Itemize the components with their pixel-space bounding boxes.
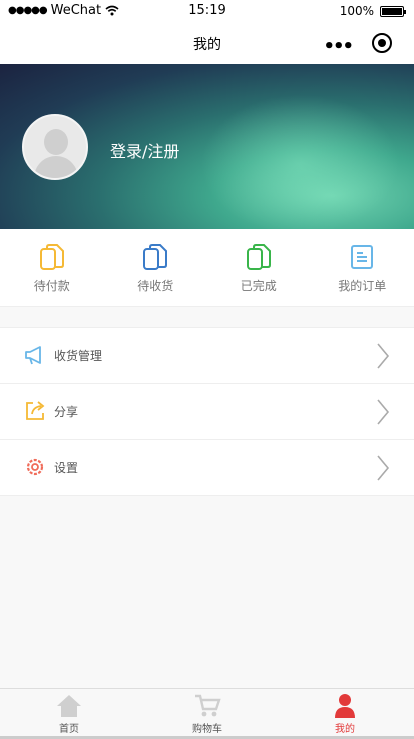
menu-item-share[interactable]: 分享 [0, 384, 414, 440]
menu-label: 分享 [54, 405, 79, 419]
tab-home[interactable]: 首页 [0, 689, 138, 739]
tab-bar: 首页 购物车 我的 [0, 688, 414, 739]
tab-label: 购物车 [192, 724, 222, 735]
share-icon [26, 401, 45, 420]
chevron-right-icon [377, 399, 390, 425]
battery-percent: 100% [339, 4, 374, 18]
login-register-link[interactable]: 登录/注册 [110, 138, 179, 162]
menu-item-settings[interactable]: 设置 [0, 440, 414, 496]
chevron-right-icon [377, 455, 390, 481]
tab-label: 我的 [335, 724, 355, 735]
order-shortcuts: 待付款 待收货 已完成 我的订单 [0, 229, 414, 307]
completed-icon [246, 244, 271, 270]
my-orders-icon [351, 245, 374, 269]
cart-icon [195, 694, 221, 717]
nav-bar: 我的 ••• [0, 22, 414, 64]
settings-icon [26, 458, 44, 476]
banner-glow [200, 94, 400, 229]
megaphone-icon [25, 346, 41, 365]
chevron-right-icon [377, 343, 390, 369]
order-completed[interactable]: 已完成 [207, 229, 311, 306]
tab-label: 首页 [59, 724, 79, 735]
order-label: 待收货 [137, 279, 174, 293]
order-label: 已完成 [240, 279, 277, 293]
settings-menu: 收货管理 分享 设置 [0, 327, 414, 496]
status-right: 100% [339, 4, 406, 18]
pending-payment-icon [39, 244, 64, 270]
profile-icon [335, 694, 355, 718]
home-icon [57, 695, 81, 717]
tab-cart[interactable]: 购物车 [138, 689, 276, 739]
more-icon[interactable]: ••• [323, 36, 353, 57]
order-all[interactable]: 我的订单 [311, 229, 414, 306]
avatar[interactable] [22, 114, 88, 180]
menu-item-address[interactable]: 收货管理 [0, 328, 414, 384]
battery-icon [380, 5, 406, 17]
order-pending-payment[interactable]: 待付款 [0, 229, 104, 306]
tab-profile[interactable]: 我的 [276, 689, 414, 739]
order-label: 我的订单 [338, 279, 387, 293]
order-pending-receipt[interactable]: 待收货 [104, 229, 208, 306]
menu-label: 收货管理 [54, 349, 103, 363]
pending-receipt-icon [143, 244, 168, 270]
order-label: 待付款 [33, 279, 70, 293]
menu-label: 设置 [54, 461, 79, 475]
profile-banner: 登录/注册 [0, 64, 414, 229]
close-miniprogram-icon[interactable] [372, 33, 392, 53]
status-bar: ●●●●● WeChat 15:19 100% [0, 0, 414, 22]
